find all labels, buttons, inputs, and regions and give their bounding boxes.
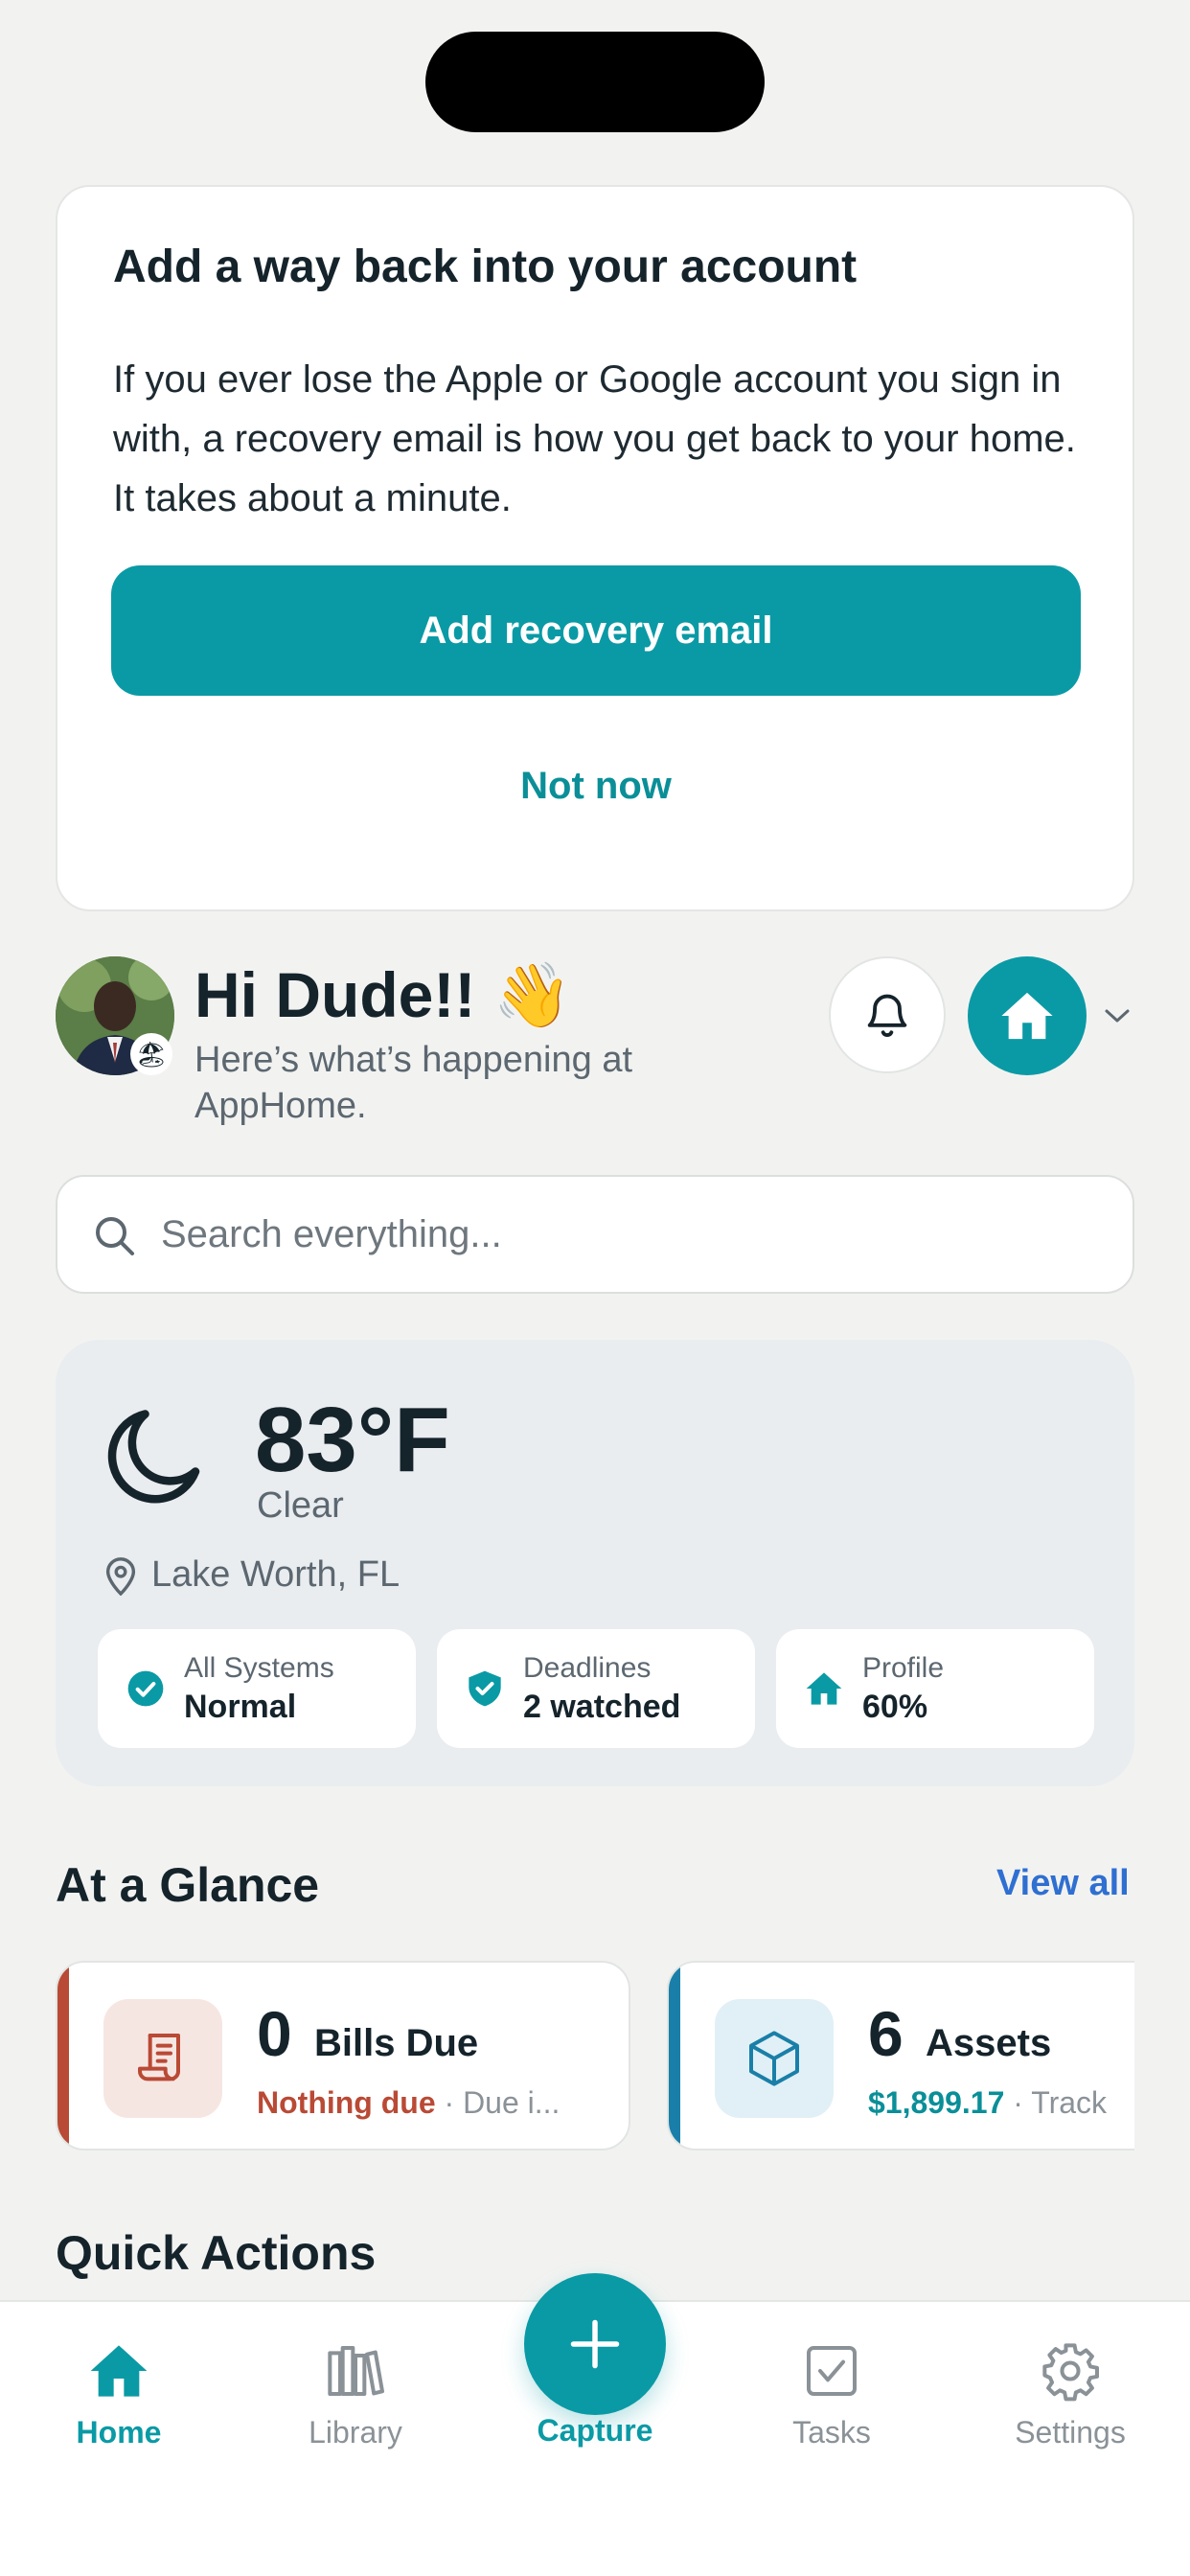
shield-check-icon xyxy=(469,1670,501,1707)
library-icon xyxy=(328,2346,384,2396)
home-switcher-button[interactable] xyxy=(968,956,1087,1075)
pill-value: 60% xyxy=(862,1689,928,1725)
tab-label: Library xyxy=(309,2415,402,2450)
bills-label: Bills Due xyxy=(314,2022,479,2064)
assets-count: 6 xyxy=(868,1998,904,2069)
tab-home[interactable]: Home xyxy=(23,2340,215,2465)
check-circle-icon xyxy=(127,1670,164,1707)
at-a-glance-title: At a Glance xyxy=(56,1858,320,1912)
not-now-button[interactable]: Not now xyxy=(111,728,1081,843)
weather-card: 83°F Clear Lake Worth, FL All Systems No… xyxy=(56,1340,1134,1786)
pill-label: Profile xyxy=(862,1652,945,1684)
assets-subtitle: $1,899.17 · Track xyxy=(868,2085,1107,2121)
tab-label: Settings xyxy=(1015,2415,1126,2450)
greeting-title: Hi Dude!! 👋 xyxy=(195,959,572,1030)
bills-detail: · Due i... xyxy=(435,2085,561,2120)
home-icon xyxy=(806,1672,842,1705)
pill-value: Normal xyxy=(184,1689,297,1725)
weather-condition: Clear xyxy=(257,1485,344,1526)
status-pill-deadlines[interactable]: Deadlines 2 watched xyxy=(437,1629,755,1748)
assets-card[interactable]: 6 Assets $1,899.17 · Track xyxy=(667,1961,1134,2150)
home-icon xyxy=(1001,992,1053,1040)
add-recovery-email-button[interactable]: Add recovery email xyxy=(111,565,1081,696)
bills-due-card[interactable]: 0 Bills Due Nothing due · Due i... xyxy=(56,1961,630,2150)
quick-actions-title: Quick Actions xyxy=(56,2226,377,2280)
recovery-card-body: If you ever lose the Apple or Google acc… xyxy=(113,358,1076,519)
tab-library[interactable]: Library xyxy=(260,2340,451,2465)
checkbox-icon xyxy=(807,2346,857,2396)
greeting-subtitle: Here’s what’s happening at AppHome. xyxy=(195,1040,633,1126)
card-accent xyxy=(57,1963,69,2149)
assets-value: $1,899.17 xyxy=(868,2085,1005,2120)
location-pin-icon xyxy=(105,1557,136,1596)
search-bar[interactable] xyxy=(56,1175,1134,1294)
status-pill-systems[interactable]: All Systems Normal xyxy=(98,1629,416,1748)
card-accent xyxy=(669,1963,680,2149)
search-input[interactable] xyxy=(161,1177,1100,1292)
pill-value: 2 watched xyxy=(523,1689,681,1725)
dynamic-island xyxy=(425,32,765,132)
location-label: Lake Worth, FL xyxy=(151,1554,400,1595)
recovery-email-card: Add a way back into your account If you … xyxy=(56,185,1134,911)
capture-label: Capture xyxy=(537,2413,653,2448)
glance-carousel[interactable]: 0 Bills Due Nothing due · Due i... 6 Ass… xyxy=(56,1961,1134,2152)
bills-subtitle: Nothing due · Due i... xyxy=(257,2085,560,2121)
assets-detail: · Track xyxy=(1004,2085,1108,2120)
temperature: 83°F xyxy=(255,1389,450,1491)
pill-label: All Systems xyxy=(184,1652,334,1684)
bell-icon xyxy=(867,994,907,1037)
notifications-button[interactable] xyxy=(829,956,946,1073)
view-all-link[interactable]: View all xyxy=(996,1863,1130,1904)
search-icon xyxy=(96,1217,134,1255)
gear-icon xyxy=(1042,2343,1099,2402)
moon-icon xyxy=(107,1410,200,1504)
chevron-down-icon[interactable] xyxy=(1100,999,1134,1033)
receipt-icon xyxy=(103,1999,222,2118)
box-icon xyxy=(715,1999,834,2118)
capture-button[interactable] xyxy=(524,2273,666,2415)
home-icon xyxy=(90,2345,148,2397)
pill-label: Deadlines xyxy=(523,1652,652,1684)
tab-label: Tasks xyxy=(792,2415,871,2450)
tab-label: Home xyxy=(76,2415,162,2450)
bills-count: 0 xyxy=(257,1998,292,2069)
recovery-card-title: Add a way back into your account xyxy=(113,242,858,292)
avatar-badge: 🏖 xyxy=(130,1033,172,1075)
tab-settings[interactable]: Settings xyxy=(974,2340,1166,2465)
assets-label: Assets xyxy=(926,2022,1052,2064)
tab-tasks[interactable]: Tasks xyxy=(736,2340,927,2465)
status-pill-profile[interactable]: Profile 60% xyxy=(776,1629,1094,1748)
bills-status: Nothing due xyxy=(257,2085,436,2120)
plus-icon xyxy=(570,2319,620,2369)
